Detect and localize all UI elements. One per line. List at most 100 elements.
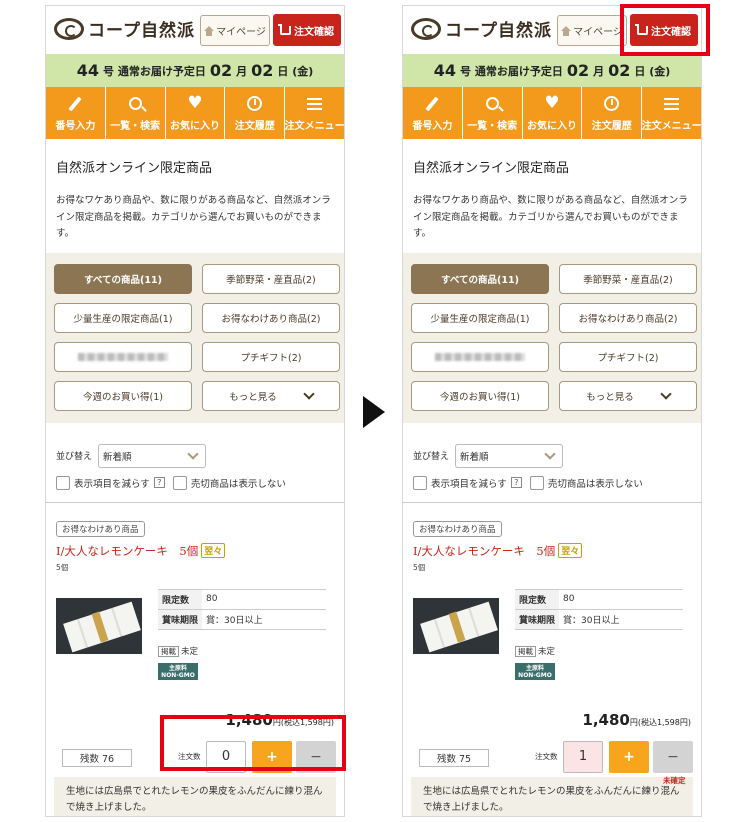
quantity-row: 残数 76 注文数 0 + −	[46, 729, 344, 777]
logo[interactable]: コープ自然派	[54, 16, 195, 41]
nav-number-input[interactable]: 番号入力	[403, 87, 463, 139]
help-icon[interactable]: ?	[153, 477, 165, 489]
issue-number: 44	[76, 61, 99, 80]
category-limited[interactable]: 少量生産の限定商品(1)	[54, 302, 192, 333]
category-weekly-deal[interactable]: 今週のお買い得(1)	[54, 380, 192, 411]
minus-button[interactable]: −	[296, 740, 336, 773]
keisai-value: 未定	[181, 646, 199, 657]
intro: 自然派オンライン限定商品 お得なワケあり商品や、数に限りがある商品など、自然派オ…	[403, 139, 701, 253]
nav-order-menu[interactable]: 注文メニュー	[285, 87, 344, 139]
sort-value: 新着順	[103, 451, 132, 463]
category-all[interactable]: すべての商品(11)	[411, 263, 549, 294]
order-confirm-button[interactable]: 注文確認	[273, 14, 341, 46]
reduce-items-checkbox[interactable]	[56, 475, 70, 490]
intro: 自然派オンライン限定商品 お得なワケあり商品や、数に限りがある商品など、自然派オ…	[46, 139, 344, 253]
hide-soldout-checkbox[interactable]	[172, 475, 187, 490]
clock-icon	[246, 95, 264, 113]
category-limited[interactable]: 少量生産の限定商品(1)	[411, 302, 549, 333]
spec-value: 賞：30日以上	[559, 608, 683, 630]
heart-icon: ♥	[544, 93, 560, 113]
product-tag: お得なわけあり商品	[56, 520, 145, 537]
product-description: 生地には広島県でとれたレモンの果皮をふんだんに練り混んで焼き上げました。	[411, 776, 693, 816]
non-gmo-badge: 主原料 NON-GMO	[515, 662, 555, 680]
nav-label: 注文メニュー	[285, 120, 344, 132]
hide-soldout-checkbox[interactable]	[529, 475, 544, 490]
nav-search[interactable]: 一覧・検索	[463, 87, 523, 139]
help-icon[interactable]: ?	[510, 477, 522, 489]
product-name[interactable]: I/大人なレモンケーキ 5個	[56, 543, 198, 559]
category-more[interactable]: もっと見る	[559, 380, 697, 411]
qty-label: 注文数	[178, 751, 201, 761]
page-title: 自然派オンライン限定商品	[56, 161, 213, 176]
category-bargain[interactable]: お得なわけあり商品(2)	[202, 302, 340, 333]
hide-soldout-label: 売切商品は表示しない	[190, 478, 286, 490]
category-seasonal[interactable]: 季節野菜・産直品(2)	[559, 263, 697, 294]
cart-icon	[278, 23, 291, 35]
category-blurred[interactable]	[54, 341, 192, 372]
chevron-down-icon	[303, 388, 315, 400]
sort-select[interactable]: 新着順	[455, 443, 564, 468]
logo[interactable]: コープ自然派	[411, 16, 552, 41]
nav-history[interactable]: 注文履歴	[582, 87, 643, 139]
mypage-button[interactable]: マイページ	[200, 15, 270, 46]
sort-label: 並び替え	[56, 452, 93, 463]
nav-search[interactable]: 一覧・検索	[106, 87, 166, 139]
chevron-down-icon	[660, 388, 672, 400]
nav-order-menu[interactable]: 注文メニュー	[642, 87, 701, 139]
quantity-input[interactable]: 0	[206, 740, 246, 773]
sort-select[interactable]: 新着順	[98, 443, 207, 468]
category-weekly-deal[interactable]: 今週のお買い得(1)	[411, 380, 549, 411]
search-icon	[483, 95, 501, 113]
product-image[interactable]	[56, 597, 142, 654]
main-nav: 番号入力 一覧・検索 ♥ お気に入り 注文履歴 注文メニュー	[403, 87, 701, 139]
main-nav: 番号入力 一覧・検索 ♥ お気に入り 注文履歴 注文メニュー	[46, 87, 344, 139]
product-sub: 5個	[56, 562, 69, 572]
mypage-button[interactable]: マイページ	[557, 15, 627, 46]
category-petit-gift[interactable]: プチギフト(2)	[202, 341, 340, 372]
order-confirm-button[interactable]: 注文確認	[630, 14, 698, 46]
delivery-day: 02	[608, 61, 631, 80]
gmo-line1: 主原料	[525, 664, 544, 672]
category-bargain[interactable]: お得なわけあり商品(2)	[559, 302, 697, 333]
category-all[interactable]: すべての商品(11)	[54, 263, 192, 294]
price-unit: 円(税込1,598円)	[272, 717, 334, 727]
reduce-items-checkbox[interactable]	[413, 475, 427, 490]
category-petit-gift[interactable]: プチギフト(2)	[559, 341, 697, 372]
nav-label: 注文履歴	[234, 120, 275, 132]
category-more[interactable]: もっと見る	[202, 380, 340, 411]
day-suffix: 日 (金)	[277, 64, 314, 78]
quantity-input[interactable]: 1	[563, 740, 603, 773]
page-title: 自然派オンライン限定商品	[413, 161, 570, 176]
house-icon	[204, 25, 215, 36]
product-name[interactable]: I/大人なレモンケーキ 5個	[413, 543, 555, 559]
non-gmo-badge: 主原料 NON-GMO	[158, 662, 198, 680]
minus-button[interactable]: −	[653, 740, 693, 773]
nav-favorites[interactable]: ♥ お気に入り	[523, 87, 583, 139]
month-suffix: 月	[593, 64, 605, 78]
unconfirmed-status: 未確定	[663, 775, 686, 785]
quantity-row: 残数 75 注文数 1 + − 未確定	[403, 729, 701, 785]
order-confirm-label: 注文確認	[294, 26, 334, 38]
keisai: 掲載 未定	[515, 645, 555, 657]
product-card: お得なわけあり商品 I/大人なレモンケーキ 5個 翌々 5個	[46, 503, 344, 573]
nav-history[interactable]: 注文履歴	[225, 87, 286, 139]
product-image[interactable]	[413, 597, 499, 654]
more-label: もっと見る	[586, 391, 634, 403]
plus-button[interactable]: +	[252, 740, 292, 773]
reduce-items-label: 表示項目を減らす	[74, 478, 150, 490]
delivery-month: 02	[209, 61, 233, 80]
delivery-month: 02	[566, 61, 590, 80]
spec-value: 80	[202, 588, 326, 610]
price: 1,480円(税込1,598円)	[46, 711, 344, 729]
nav-favorites[interactable]: ♥ お気に入り	[166, 87, 226, 139]
spec-value: 80	[559, 588, 683, 610]
spec-value: 賞：30日以上	[202, 608, 326, 630]
reduce-items-label: 表示項目を減らす	[431, 478, 507, 490]
spec-key: 賞味期限	[158, 608, 202, 630]
nav-number-input[interactable]: 番号入力	[46, 87, 106, 139]
category-seasonal[interactable]: 季節野菜・産直品(2)	[202, 263, 340, 294]
category-blurred[interactable]	[411, 341, 549, 372]
plus-button[interactable]: +	[609, 740, 649, 773]
product-card: お得なわけあり商品 I/大人なレモンケーキ 5個 翌々 5個	[403, 503, 701, 573]
more-label: もっと見る	[229, 391, 277, 403]
